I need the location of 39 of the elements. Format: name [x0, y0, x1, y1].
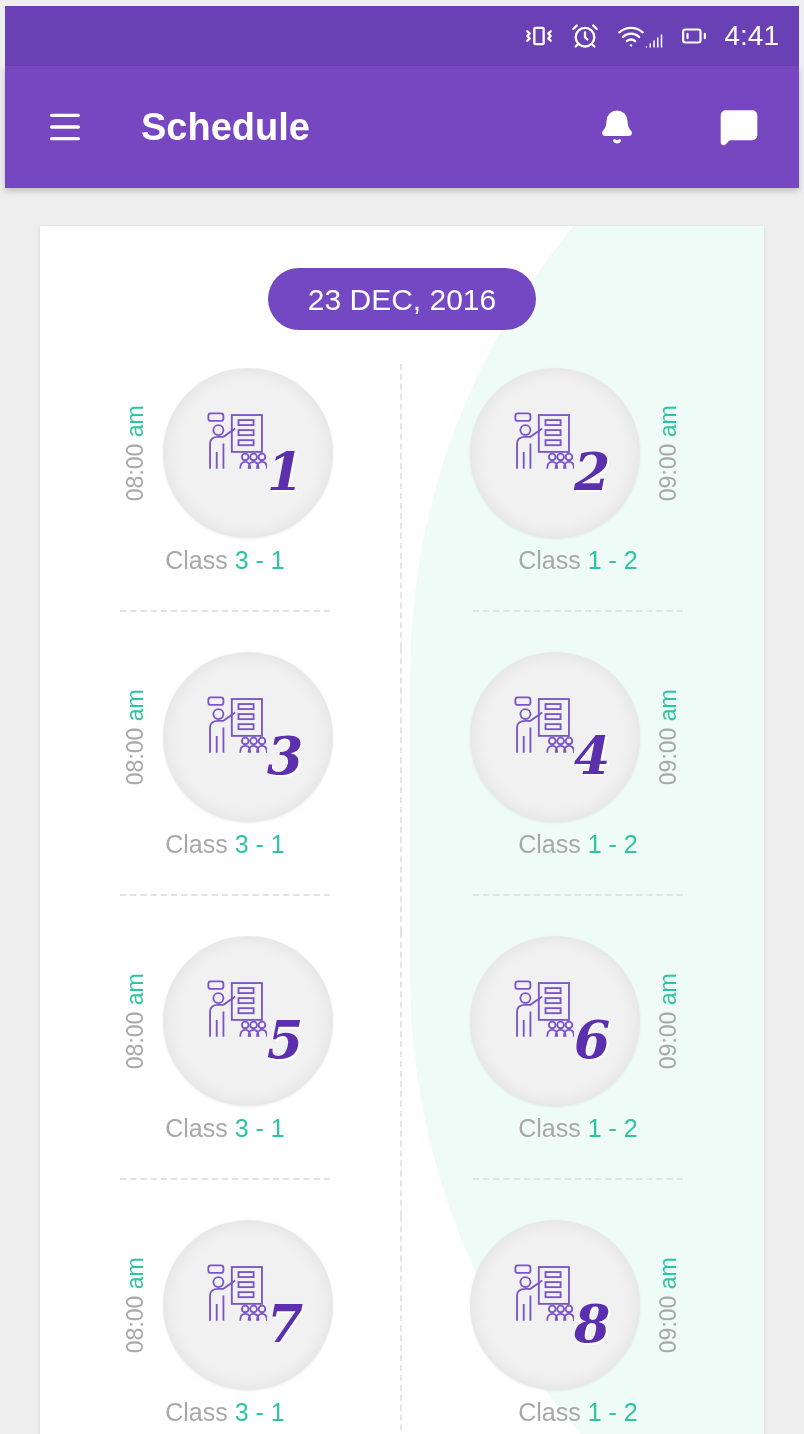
- clock-time: 4:41: [724, 19, 779, 53]
- messages-button[interactable]: [719, 107, 759, 147]
- session-time: 08:00 am: [120, 1257, 149, 1353]
- class-name: Class 3 - 1: [165, 830, 285, 858]
- class-name: Class 3 - 1: [165, 546, 285, 574]
- session-time: 08:00 am: [120, 973, 149, 1069]
- period-number: 5: [267, 1014, 304, 1066]
- period-number: 6: [574, 1014, 611, 1066]
- session-time: 08:00 am: [120, 405, 149, 501]
- session-time: 09:00 am: [653, 1257, 682, 1353]
- period-number: 8: [574, 1298, 611, 1350]
- class-name: Class 1 - 2: [518, 1398, 638, 1426]
- period-number: 4: [574, 730, 611, 782]
- alarm-icon: [570, 22, 599, 50]
- teacher-icon: [512, 978, 574, 1040]
- session-time: 09:00 am: [653, 973, 682, 1069]
- class-name: Class 3 - 1: [165, 1398, 285, 1426]
- date-pill: 23 DEC, 2016: [267, 268, 537, 330]
- teacher-icon: [512, 1262, 574, 1324]
- teacher-icon: [205, 978, 267, 1040]
- class-name: Class 1 - 2: [518, 546, 638, 574]
- app-bar-title: Schedule: [141, 104, 311, 150]
- session-time: 08:00 am: [120, 689, 149, 785]
- notifications-button[interactable]: [599, 109, 635, 145]
- period-number: 7: [267, 1298, 304, 1350]
- teacher-icon: [205, 694, 267, 756]
- teacher-icon: [205, 410, 267, 472]
- session-time: 09:00 am: [653, 689, 682, 785]
- signal-icon: [644, 32, 663, 50]
- teacher-icon: [512, 694, 574, 756]
- period-number: 2: [574, 446, 611, 498]
- teacher-icon: [205, 1262, 267, 1324]
- period-number: 3: [267, 730, 304, 782]
- class-name: Class 1 - 2: [518, 830, 638, 858]
- class-name: Class 1 - 2: [518, 1114, 638, 1142]
- teacher-icon: [512, 410, 574, 472]
- class-name: Class 3 - 1: [165, 1114, 285, 1142]
- session-time: 09:00 am: [653, 405, 682, 501]
- period-number: 1: [267, 446, 304, 498]
